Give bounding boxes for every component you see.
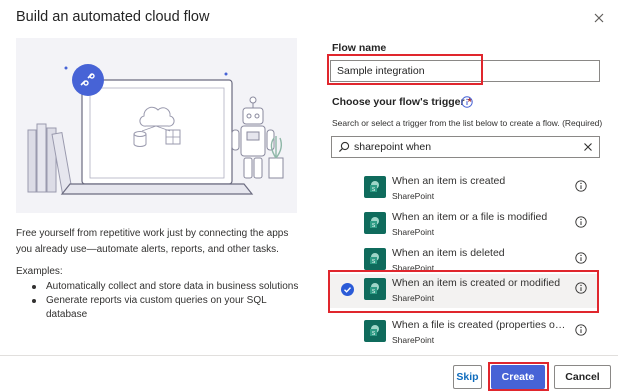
info-icon[interactable]	[575, 282, 587, 294]
sharepoint-icon: S	[364, 248, 386, 270]
description-text: Free yourself from repetitive work just …	[16, 228, 289, 255]
trigger-label: Choose your flow's trigger *	[332, 96, 472, 108]
robot-illustration	[231, 96, 275, 179]
trigger-search-box[interactable]	[331, 136, 600, 158]
trigger-form: Flow name Choose your flow's trigger* Se…	[318, 36, 618, 354]
create-button[interactable]: Create	[491, 365, 545, 389]
info-icon[interactable]	[461, 96, 473, 108]
laptop-illustration	[60, 79, 254, 195]
example-item: Automatically collect and store data in …	[32, 280, 306, 294]
cancel-button[interactable]: Cancel	[554, 365, 611, 389]
info-icon[interactable]	[575, 216, 587, 228]
trigger-title: When an item is created	[392, 175, 506, 187]
examples-list: Automatically collect and store data in …	[32, 280, 306, 322]
trigger-option[interactable]: S When an item or a file is modified Sha…	[330, 208, 598, 242]
dialog-title: Build an automated cloud flow	[16, 9, 210, 25]
flow-name-label: Flow name	[332, 42, 387, 54]
trigger-search-input[interactable]	[354, 140, 574, 154]
clear-icon[interactable]	[583, 142, 593, 152]
trigger-connector: SharePoint	[392, 293, 435, 303]
trigger-option[interactable]: S When an item is created SharePoint	[330, 172, 598, 206]
info-icon[interactable]	[575, 180, 587, 192]
trigger-connector: SharePoint	[392, 227, 435, 237]
flow-name-input[interactable]	[330, 60, 600, 82]
trigger-title: When a file is created (properties only)	[392, 319, 568, 331]
sharepoint-icon: S	[364, 212, 386, 234]
trigger-connector: SharePoint	[392, 191, 435, 201]
trigger-option[interactable]: S When a file is created (properties onl…	[330, 316, 598, 350]
trigger-option-selected[interactable]: S When an item is created or modified Sh…	[330, 274, 598, 308]
trigger-title: When an item or a file is modified	[392, 211, 548, 223]
info-icon[interactable]	[575, 252, 587, 264]
close-icon[interactable]	[592, 11, 606, 25]
trigger-title: When an item is deleted	[392, 247, 505, 259]
illustration	[16, 38, 297, 213]
skip-button[interactable]: Skip	[453, 365, 482, 389]
checkmark-icon	[341, 283, 354, 296]
trigger-helper-text: Search or select a trigger from the list…	[332, 118, 603, 128]
sharepoint-icon: S	[364, 278, 386, 300]
trigger-label-text: Choose your flow's trigger	[332, 96, 465, 108]
trigger-connector: SharePoint	[392, 335, 435, 345]
examples-title: Examples:	[16, 266, 63, 277]
example-item: Generate reports via custom queries on y…	[32, 294, 306, 322]
sharepoint-icon: S	[364, 320, 386, 342]
trigger-option[interactable]: S When an item is deleted SharePoint	[330, 244, 598, 278]
footer-divider	[0, 355, 618, 356]
trigger-connector: SharePoint	[392, 263, 435, 273]
trigger-title: When an item is created or modified	[392, 277, 561, 289]
books-illustration	[27, 123, 73, 193]
info-icon[interactable]	[575, 324, 587, 336]
search-icon	[338, 141, 350, 153]
sharepoint-icon: S	[364, 176, 386, 198]
